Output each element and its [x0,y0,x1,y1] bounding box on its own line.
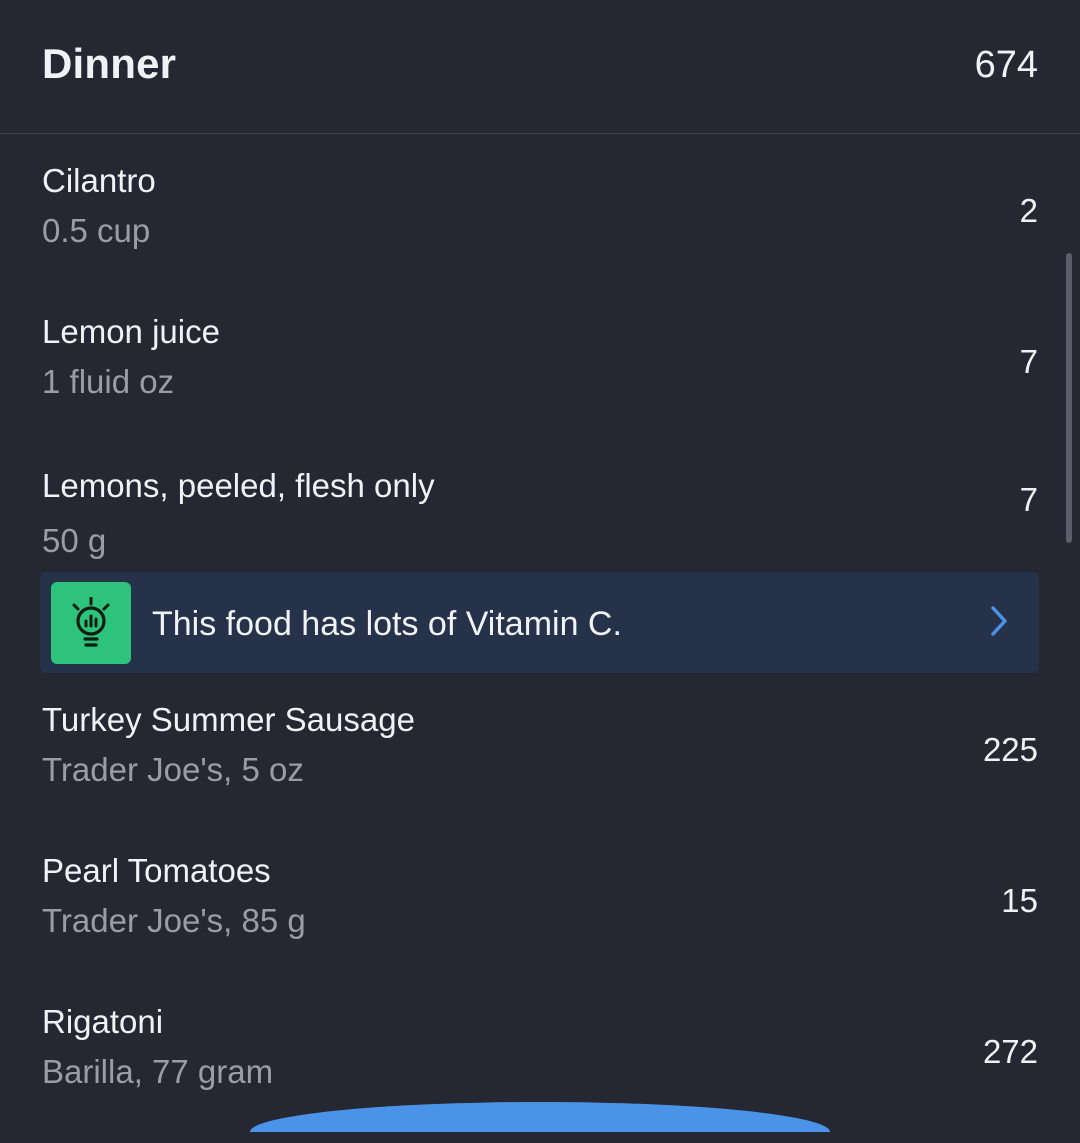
nutrition-tip-banner[interactable]: This food has lots of Vitamin C. [40,572,1039,673]
meal-total-calories: 674 [974,44,1038,86]
food-name: Rigatoni [42,1003,164,1040]
food-row-pearl-tomatoes[interactable]: Pearl Tomatoes Trader Joe's, 85 g 15 [0,852,1080,992]
food-calories: 7 [1019,481,1038,518]
food-row-turkey-summer-sausage[interactable]: Turkey Summer Sausage Trader Joe's, 5 oz… [0,701,1080,841]
food-row-cilantro[interactable]: Cilantro 0.5 cup 2 [0,162,1080,302]
tip-text: This food has lots of Vitamin C. [152,605,622,643]
food-serving: Trader Joe's, 85 g [42,902,306,939]
food-name: Turkey Summer Sausage [42,701,415,738]
food-name: Lemons, peeled, flesh only [42,467,435,504]
food-serving: Barilla, 77 gram [42,1053,274,1090]
food-name: Lemon juice [42,313,220,350]
food-row-lemon-juice[interactable]: Lemon juice 1 fluid oz 7 [0,313,1080,453]
food-serving: 0.5 cup [42,212,151,249]
lightbulb-icon [51,582,131,664]
meal-title: Dinner [42,40,177,87]
food-serving: 50 g [42,522,107,559]
food-calories: 2 [1019,192,1038,229]
food-calories: 7 [1019,343,1038,380]
food-name: Pearl Tomatoes [42,852,271,889]
food-serving: Trader Joe's, 5 oz [42,751,304,788]
food-calories: 272 [982,1033,1038,1070]
meal-header[interactable]: Dinner 674 [0,0,1080,134]
chevron-right-icon [989,605,1009,642]
food-name: Cilantro [42,162,156,199]
scrollbar[interactable] [1066,253,1072,543]
food-calories: 15 [1001,882,1038,919]
food-calories: 225 [982,731,1038,768]
food-serving: 1 fluid oz [42,363,175,400]
